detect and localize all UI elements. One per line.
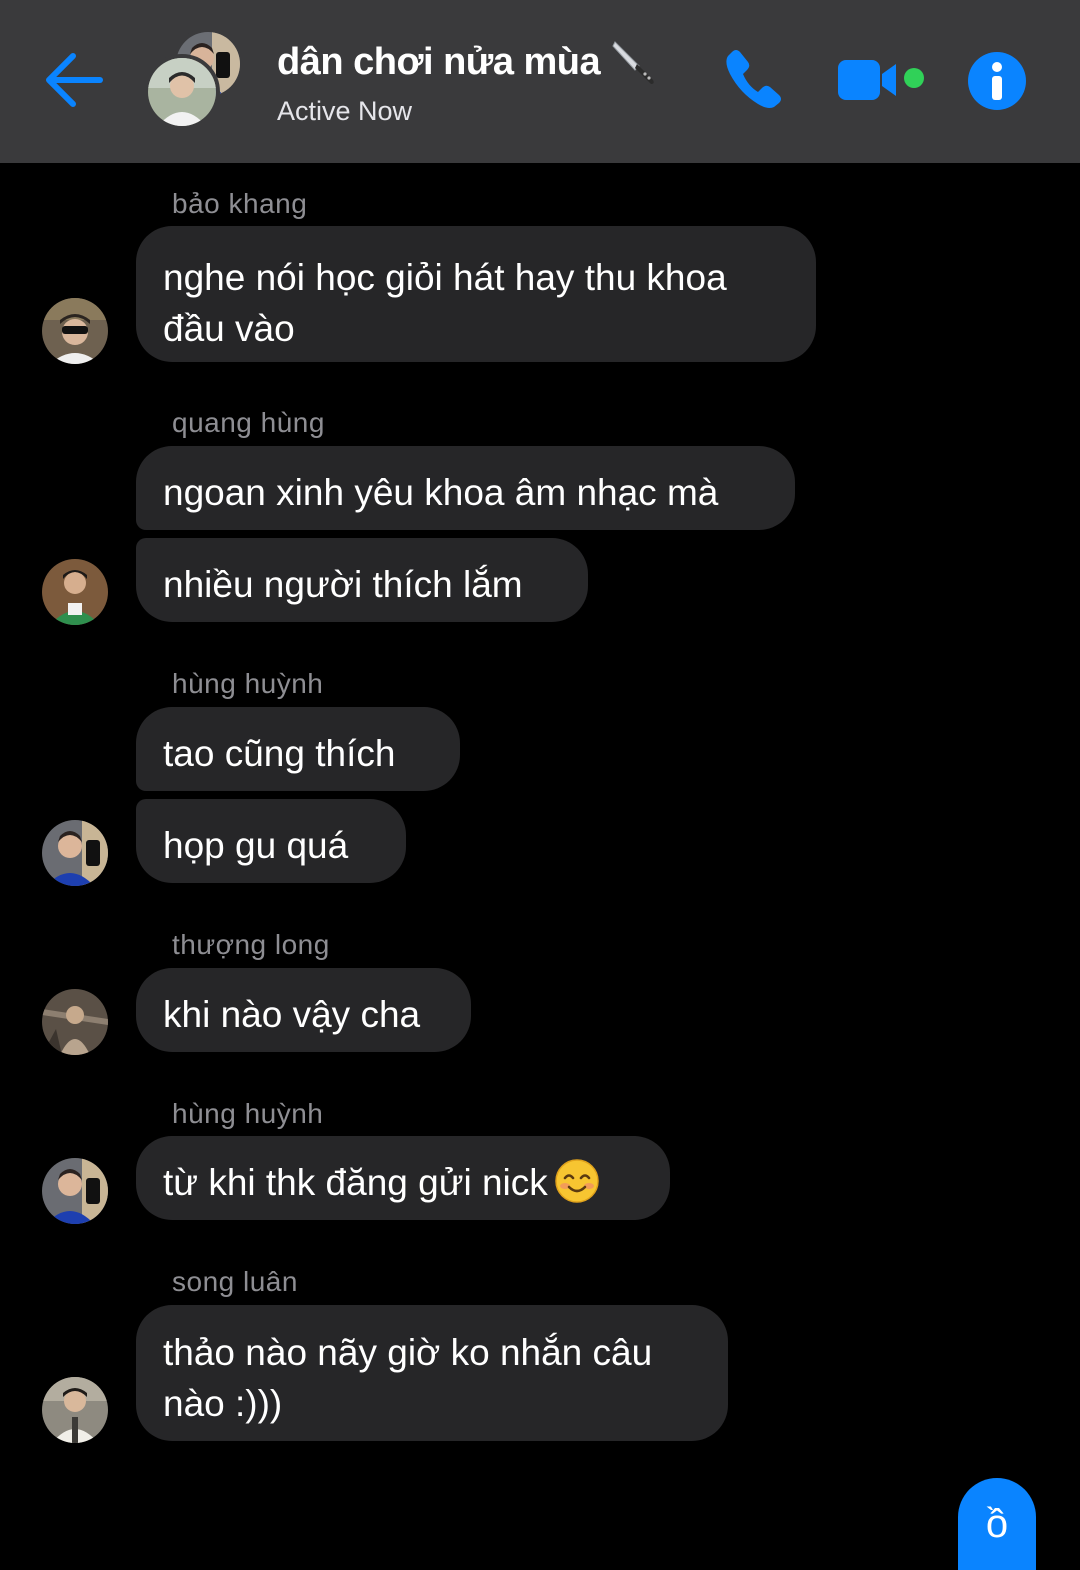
message-bubble[interactable]: từ khi thk đăng gửi nick [136,1136,670,1220]
message-text: nhiều người thích lắm [163,564,523,605]
message-bubble[interactable]: nhiều người thích lắm [136,538,588,622]
member-avatar [144,54,220,130]
message-bubble[interactable]: khi nào vậy cha [136,968,471,1052]
knife-emoji-icon [609,38,659,88]
group-avatar[interactable] [144,28,248,132]
sender-name: thượng long [172,929,330,960]
message-text: tao cũng thích [163,733,396,774]
sender-name: hùng huỳnh [172,668,324,699]
avatar[interactable] [42,1158,108,1224]
sender-name: hùng huỳnh [172,1098,324,1129]
audio-call-button[interactable] [722,46,784,110]
message-text: đầu vào [163,308,295,349]
message-text: nghe nói học giỏi hát hay thu khoa [163,257,727,298]
message-bubble[interactable]: nghe nói học giỏi hát hay thu khoa đầu v… [136,226,816,362]
video-call-button[interactable] [834,52,930,108]
video-camera-icon [838,60,924,100]
avatar[interactable] [42,298,108,364]
message-bubble[interactable]: thảo nào nãy giờ ko nhắn câu nào :))) [136,1305,728,1441]
avatar[interactable] [42,559,108,625]
phone-icon [726,50,781,108]
smiling-face-emoji-icon [554,1158,600,1204]
conversation-title: dân chơi nửa mùa [277,41,601,83]
message-text: ngoan xinh yêu khoa âm nhạc mà [163,472,719,513]
composer-partial-button[interactable]: ồ [958,1478,1036,1570]
sender-name: quang hùng [172,407,325,438]
info-button[interactable] [966,50,1028,112]
sender-name: bảo khang [172,188,308,219]
back-arrow-icon [46,53,103,107]
message-bubble[interactable]: ngoan xinh yêu khoa âm nhạc mà [136,446,795,530]
message-text: họp gu quá [163,825,349,866]
sender-name: song luân [172,1266,298,1297]
message-text: nào :))) [163,1383,283,1424]
chat-header: dân chơi nửa mùa Active Now [0,0,1080,163]
chat-screen: dân chơi nửa mùa Active Now bảo khang ng… [0,0,1080,1570]
message-text: từ khi thk đăng gửi nick [163,1162,548,1203]
conversation-info[interactable]: dân chơi nửa mùa Active Now [277,38,697,128]
message-bubble[interactable]: tao cũng thích [136,707,460,791]
avatar[interactable] [42,820,108,886]
message-text: khi nào vậy cha [163,994,421,1035]
avatar[interactable] [42,989,108,1055]
message-text: thảo nào nãy giờ ko nhắn câu [163,1332,653,1373]
avatar[interactable] [42,1377,108,1443]
message-bubble[interactable]: họp gu quá [136,799,406,883]
active-status: Active Now [277,96,413,126]
back-button[interactable] [40,50,106,110]
info-icon [968,52,1026,110]
